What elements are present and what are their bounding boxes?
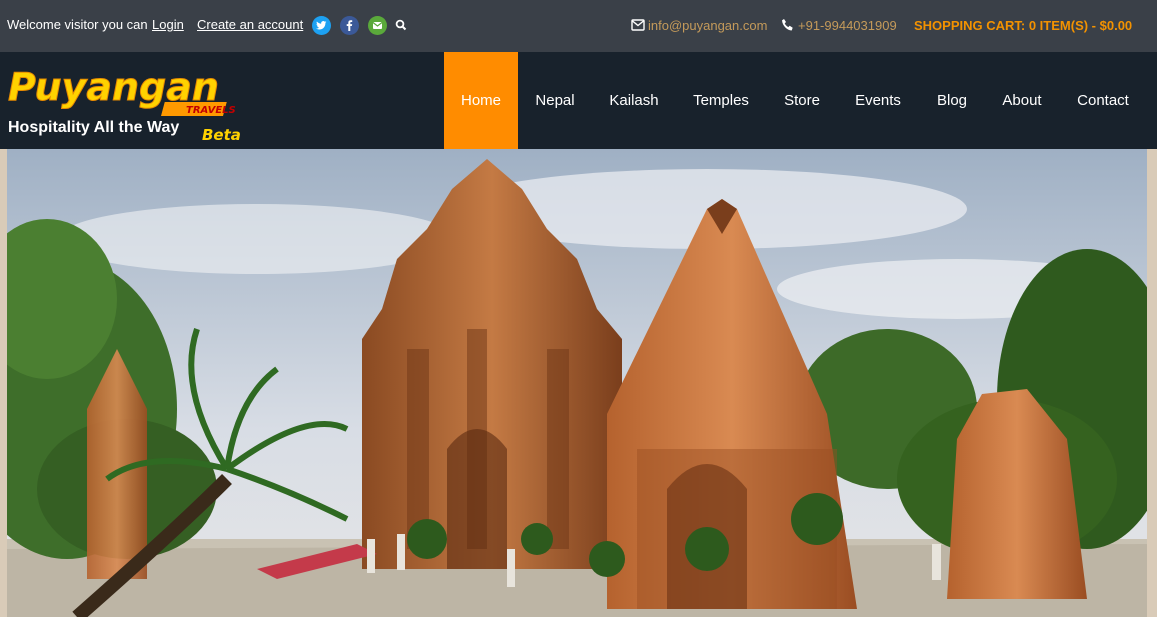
nav-blog[interactable]: Blog: [925, 52, 979, 149]
facebook-icon[interactable]: [340, 16, 359, 35]
contact-phone: +91-9944031909: [798, 18, 897, 33]
mail-icon[interactable]: [368, 16, 387, 35]
nav-kailash[interactable]: Kailash: [600, 52, 668, 149]
logo-beta-text: Beta: [202, 126, 241, 144]
search-icon[interactable]: [395, 19, 407, 31]
phone-icon: [781, 18, 794, 35]
envelope-icon: [631, 19, 645, 34]
hero-slider-image: [7, 149, 1147, 617]
contact-email[interactable]: info@puyangan.com: [648, 18, 767, 33]
nav-contact[interactable]: Contact: [1065, 52, 1141, 149]
main-header: Puyangan TRAVELS Hospitality All the Way…: [0, 52, 1157, 149]
logo-tagline: Hospitality All the Way: [8, 119, 179, 136]
nav-about[interactable]: About: [993, 52, 1051, 149]
brand-logo[interactable]: Puyangan TRAVELS Hospitality All the Way…: [6, 60, 246, 145]
nav-events[interactable]: Events: [846, 52, 910, 149]
twitter-icon[interactable]: [312, 16, 331, 35]
nav-temples[interactable]: Temples: [684, 52, 758, 149]
nav-store[interactable]: Store: [773, 52, 831, 149]
logo-travels-text: TRAVELS: [186, 105, 236, 116]
welcome-text: Welcome visitor you can: [7, 17, 148, 32]
nav-nepal[interactable]: Nepal: [525, 52, 585, 149]
login-link[interactable]: Login: [152, 17, 184, 32]
create-account-link[interactable]: Create an account: [197, 17, 303, 32]
nav-home[interactable]: Home: [444, 52, 518, 149]
top-bar: Welcome visitor you can Login Create an …: [0, 0, 1157, 52]
shopping-cart-summary[interactable]: SHOPPING CART: 0 ITEM(S) - $0.00: [914, 18, 1132, 33]
